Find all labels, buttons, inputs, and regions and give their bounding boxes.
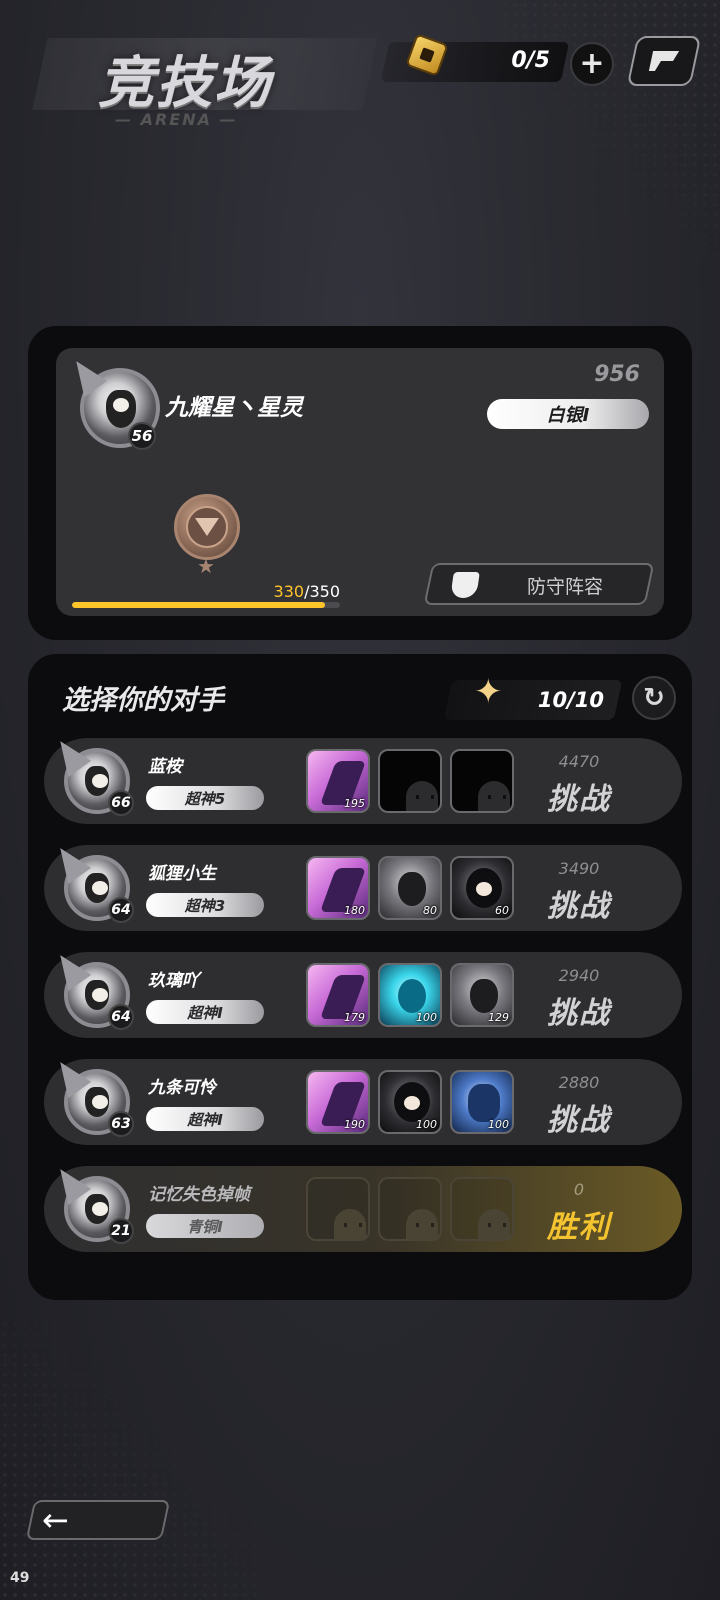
opponent-row[interactable]: 21 记忆失色掉帧青铜I 0 胜利 — [44, 1166, 682, 1252]
victory-label: 胜利 — [547, 1210, 611, 1245]
page-subtitle: — ARENA — — [115, 110, 238, 129]
team-member-level: 80 — [423, 904, 437, 917]
player-level-badge: 56 — [128, 422, 156, 450]
leaderboard-icon — [648, 51, 680, 71]
leaderboard-button[interactable] — [626, 36, 702, 86]
opponent-level-badge: 63 — [108, 1111, 134, 1137]
background-dots-bottom — [0, 1320, 260, 1600]
opponent-power: 4470 — [558, 752, 600, 771]
opponent-rank-badge: 超神I — [146, 1000, 264, 1024]
team-member-level: 100 — [416, 1118, 437, 1131]
team-member-portrait: 80 — [378, 856, 442, 920]
xp-max: 350 — [309, 582, 340, 601]
opponent-row[interactable]: 64 狐狸小生超神3 180 80 60 3490 挑战 — [44, 845, 682, 931]
player-name: 九耀星丶星灵 — [165, 395, 303, 421]
challenge-tickets-count: 10/10 — [537, 688, 604, 712]
empty-team-slot — [306, 1177, 370, 1241]
medal-star-icon: ★ — [197, 554, 215, 578]
team-member-portrait: 100 — [450, 1070, 514, 1134]
rank-medal-icon[interactable] — [174, 494, 240, 560]
team-member-level: 195 — [344, 797, 365, 810]
opponent-name: 九条可怜 — [148, 1078, 216, 1098]
challenge-button[interactable]: 挑战 — [524, 1095, 634, 1139]
opponent-power: 0 — [573, 1180, 585, 1199]
opponent-level-badge: 21 — [108, 1218, 134, 1244]
team-member-level: 100 — [416, 1011, 437, 1024]
opponent-rank-badge: 青铜I — [146, 1214, 264, 1238]
empty-team-slot — [378, 749, 442, 813]
xp-progress-text: 330/350 — [273, 582, 340, 601]
opponent-rank-badge: 超神3 — [146, 893, 264, 917]
opponent-row[interactable]: 64 玖璃吖超神I 179 100 129 2940 挑战 — [44, 952, 682, 1038]
empty-team-slot — [450, 749, 514, 813]
xp-current: 330 — [273, 582, 305, 601]
team-member-level: 60 — [495, 904, 509, 917]
team-member-portrait: 179 — [306, 963, 370, 1027]
opponent-power: 2880 — [558, 1073, 600, 1092]
player-rank-badge: 白银I — [487, 399, 649, 429]
opponent-level-badge: 66 — [108, 790, 134, 816]
empty-team-slot — [378, 1177, 442, 1241]
opponent-row[interactable]: 66 蓝桉超神5 195 4470 挑战 — [44, 738, 682, 824]
arena-title-block: 竞技场 — ARENA — — [30, 30, 378, 140]
refresh-opponents-button[interactable]: ↻ — [632, 676, 676, 720]
opponent-power: 3490 — [558, 859, 600, 878]
opponent-name: 玖璃吖 — [148, 971, 199, 991]
team-member-portrait: 100 — [378, 1070, 442, 1134]
plus-icon: + — [579, 46, 605, 81]
opponent-rank-badge: 超神I — [146, 1107, 264, 1131]
team-member-portrait: 195 — [306, 749, 370, 813]
opponent-level-badge: 64 — [108, 897, 134, 923]
opponent-row[interactable]: 63 九条可怜超神I 190 100 100 2880 挑战 — [44, 1059, 682, 1145]
team-member-level: 190 — [344, 1118, 365, 1131]
corner-number: 49 — [10, 1570, 30, 1586]
team-member-level: 179 — [344, 1011, 365, 1024]
opponents-title: 选择你的对手 — [62, 685, 224, 716]
star-ticket-icon: ✦ — [474, 672, 503, 712]
team-member-portrait: 129 — [450, 963, 514, 1027]
opponent-name: 记忆失色掉帧 — [148, 1185, 250, 1205]
opponent-power: 2940 — [558, 966, 600, 985]
team-member-level: 129 — [488, 1011, 509, 1024]
challenge-button[interactable]: 挑战 — [524, 774, 634, 818]
opponent-level-badge: 64 — [108, 1004, 134, 1030]
empty-team-slot — [450, 1177, 514, 1241]
add-currency-button[interactable]: + — [570, 42, 614, 86]
refresh-icon: ↻ — [643, 683, 665, 713]
currency-count: 0/5 — [511, 48, 550, 73]
team-member-level: 100 — [488, 1118, 509, 1131]
xp-progress-fill — [72, 602, 325, 608]
team-member-portrait: 180 — [306, 856, 370, 920]
opponent-name: 蓝桉 — [148, 757, 182, 777]
challenge-button[interactable]: 挑战 — [524, 881, 634, 925]
back-arrow-icon: ← — [42, 1501, 69, 1539]
page-title: 竞技场 — [98, 51, 272, 116]
team-member-level: 180 — [344, 904, 365, 917]
opponent-rank-badge: 超神5 — [146, 786, 264, 810]
xp-progress-bar — [72, 602, 340, 608]
team-member-portrait: 100 — [378, 963, 442, 1027]
challenge-button[interactable]: 挑战 — [524, 988, 634, 1032]
defense-lineup-label: 防守阵容 — [526, 576, 603, 598]
team-member-portrait: 190 — [306, 1070, 370, 1134]
opponent-name: 狐狸小生 — [148, 864, 216, 884]
player-score: 956 — [594, 362, 640, 387]
team-member-portrait: 60 — [450, 856, 514, 920]
